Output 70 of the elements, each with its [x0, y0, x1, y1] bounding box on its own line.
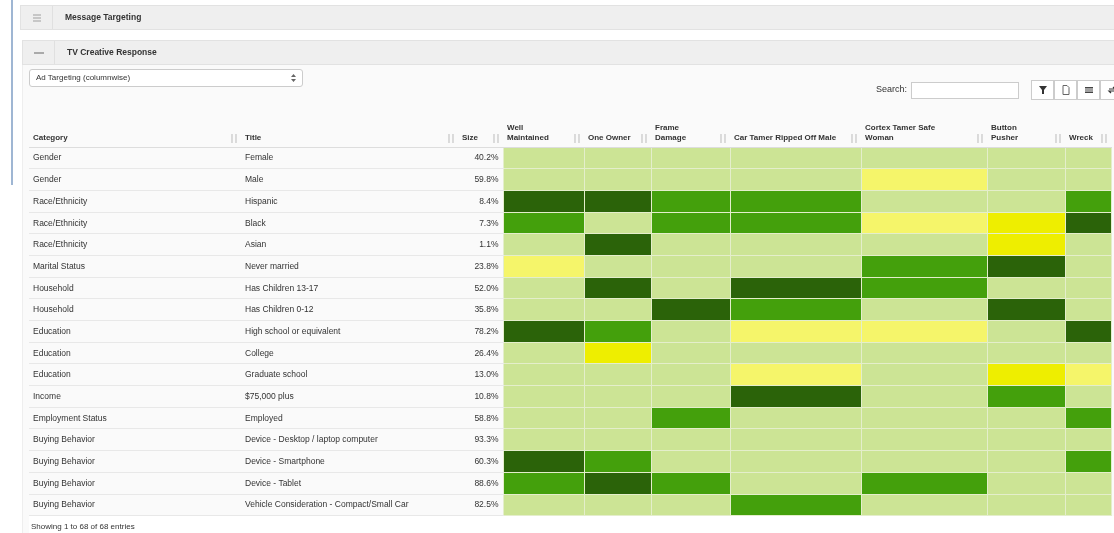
sort-icon[interactable] — [1101, 133, 1107, 143]
table-cell: Buying Behavior — [29, 428, 241, 451]
panel-header[interactable]: TV Creative Response — [22, 40, 1114, 65]
table-cell: Employed — [241, 407, 458, 429]
targeting-select[interactable]: Ad Targeting (columnwise) — [29, 69, 303, 87]
sort-icon[interactable] — [574, 133, 580, 143]
table-cell: Household — [29, 298, 241, 321]
table-cell: Never married — [241, 255, 458, 278]
column-header[interactable]: Title — [245, 132, 262, 143]
sort-icon[interactable] — [641, 133, 647, 143]
grip-icon[interactable] — [32, 13, 41, 22]
table-cell: Race/Ethnicity — [29, 233, 241, 256]
column-header[interactable]: One Owner — [588, 132, 631, 143]
table-cell: Hispanic — [241, 190, 458, 213]
table-cell: Gender — [29, 147, 241, 169]
table-cell: Female — [241, 147, 458, 169]
table-cell: Asian — [241, 233, 458, 256]
column-header[interactable]: Size — [462, 132, 478, 143]
panel-header[interactable]: Message Targeting — [20, 5, 1114, 30]
table-cell: Has Children 0-12 — [241, 298, 458, 321]
table-cell: Device - Tablet — [241, 472, 458, 494]
sort-icon[interactable] — [448, 133, 454, 143]
search-label: Search: — [875, 83, 907, 97]
filter-icon — [1037, 85, 1048, 95]
table-cell: Device - Smartphone — [241, 450, 458, 473]
column-header[interactable]: Well Maintained — [507, 123, 552, 143]
table-cell: Black — [241, 212, 458, 234]
table-cell: Income — [29, 385, 241, 408]
select-arrows-icon — [291, 74, 296, 82]
table-cell: Vehicle Consideration - Compact/Small Car — [241, 494, 458, 516]
table-cell: Education — [29, 320, 241, 343]
document-icon — [1060, 85, 1071, 95]
panel-title: Message Targeting — [64, 11, 142, 24]
table-cell: Household — [29, 277, 241, 299]
table-cell: Education — [29, 363, 241, 386]
table-cell: College — [241, 342, 458, 364]
sort-icon[interactable] — [720, 133, 726, 143]
entries-info: Showing 1 to 68 of 68 entries — [31, 522, 135, 532]
refresh-icon — [1106, 85, 1114, 95]
table-cell: Buying Behavior — [29, 450, 241, 473]
table-cell: Buying Behavior — [29, 494, 241, 516]
column-header[interactable]: Cortex Tamer Safe Woman — [865, 123, 955, 143]
table-cell: Device - Desktop / laptop computer — [241, 428, 458, 451]
table-cell: Graduate school — [241, 363, 458, 386]
table-cell: Race/Ethnicity — [29, 212, 241, 234]
table-cell: Male — [241, 168, 458, 191]
sort-icon[interactable] — [493, 133, 499, 143]
list-icon — [1083, 85, 1094, 95]
sort-icon[interactable] — [851, 133, 857, 143]
toolbar-button[interactable] — [1077, 80, 1100, 100]
column-header[interactable]: Car Tamer Ripped Off Male — [734, 132, 837, 143]
search-field[interactable] — [911, 81, 1019, 99]
table-cell: Employment Status — [29, 407, 241, 429]
table-cell: Gender — [29, 168, 241, 191]
panel-title: TV Creative Response — [66, 46, 157, 59]
table-cell: High school or equivalent — [241, 320, 458, 343]
table-cell: Marital Status — [29, 255, 241, 278]
column-header[interactable]: Wreck — [1069, 132, 1093, 143]
column-header[interactable]: Frame Damage — [655, 123, 700, 143]
table-cell: Buying Behavior — [29, 472, 241, 494]
sort-icon[interactable] — [1055, 133, 1061, 143]
table-cell: $75,000 plus — [241, 385, 458, 408]
column-header[interactable]: Category — [33, 132, 68, 143]
toolbar-button[interactable] — [1031, 80, 1054, 100]
table-cell: Race/Ethnicity — [29, 190, 241, 213]
sort-icon[interactable] — [977, 133, 983, 143]
table-cell: Has Children 13-17 — [241, 277, 458, 299]
sort-icon[interactable] — [231, 133, 237, 143]
table-cell: Education — [29, 342, 241, 364]
column-header[interactable]: Button Pusher — [991, 123, 1036, 143]
